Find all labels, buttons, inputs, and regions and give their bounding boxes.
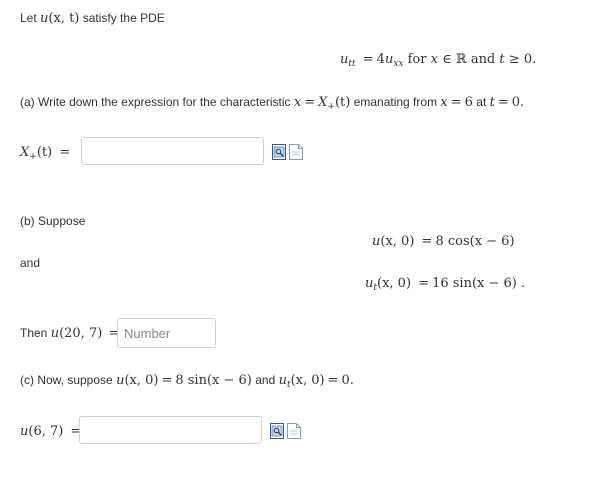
equation-preview-icon[interactable]	[272, 144, 286, 160]
part-a-from-x: x	[440, 95, 448, 110]
part-b-ic2-args: (x, 0)	[377, 276, 412, 291]
pde-rhs-sub: xx	[393, 59, 404, 69]
part-b-ic2-rhs: 16 sin(x − 6) .	[432, 276, 526, 291]
part-c-answer-label: u(6, 7) =	[20, 424, 84, 439]
part-c-ic2-u: u	[278, 373, 287, 388]
part-c-ic2-equals: =	[327, 373, 339, 388]
part-a-char-plus: +	[327, 102, 335, 112]
part-b-and: and	[20, 256, 41, 270]
part-a-at-equals: =	[497, 95, 509, 110]
part-b-number-input[interactable]	[117, 318, 216, 348]
part-c-ic1-rhs: 8 sin(x − 6)	[175, 373, 252, 388]
equation-editor-icon[interactable]	[287, 423, 301, 439]
equation-editor-icon[interactable]	[289, 144, 303, 160]
part-b-ic1-equals: =	[421, 234, 433, 249]
part-b-ic1-args: (x, 0)	[380, 234, 415, 249]
part-b-then-u: u	[50, 326, 60, 341]
part-a-at-val: 0.	[511, 95, 525, 110]
equation-preview-icon[interactable]	[270, 423, 284, 439]
part-c-ic1-args: (x, 0)	[124, 373, 159, 388]
part-a-char-t: (t)	[334, 95, 351, 110]
pde-for: for	[407, 52, 427, 67]
part-b-then-label: Then u(20, 7) =	[20, 326, 123, 341]
pde-coef: 4	[376, 52, 385, 67]
pde-zero: 0.	[523, 52, 537, 67]
pde-equals: =	[362, 52, 374, 67]
part-a-equals: =	[304, 95, 316, 110]
part-a-answer-input[interactable]	[81, 137, 264, 165]
part-a-prompt-start: (a) Write down the expression for the ch…	[20, 95, 291, 109]
part-c-and: and	[255, 373, 276, 387]
part-a-prompt-at: at	[476, 95, 487, 109]
part-a-label-args: (t)	[36, 145, 53, 160]
intro-args: (x, t)	[48, 11, 80, 26]
part-b-ic1: u(x, 0) = 8 cos(x − 6)	[372, 234, 515, 249]
part-a-label-equals: =	[59, 145, 71, 160]
part-a-answer-label: X+(t) =	[20, 145, 73, 162]
part-c-ic2-rhs: 0.	[341, 373, 354, 388]
pde-geq: ≥	[508, 52, 520, 67]
pde-and: and	[470, 52, 496, 67]
part-b-ic2: ut(x, 0) = 16 sin(x − 6) .	[365, 276, 525, 293]
part-b-suppose: (b) Suppose	[20, 214, 86, 228]
part-a-label-plus: +	[29, 152, 37, 162]
intro-text-after: satisfy the PDE	[82, 11, 165, 25]
part-a-label-X: X	[20, 145, 30, 160]
pde-lhs-sub: tt	[348, 59, 356, 69]
part-c-prompt-start: (c) Now, suppose	[20, 373, 113, 387]
part-c-ic1-equals: =	[161, 373, 173, 388]
pde-t: t	[499, 52, 505, 67]
part-b-ic1-rhs: 8 cos(x − 6)	[435, 234, 515, 249]
part-c-label-args: (6, 7)	[28, 424, 64, 439]
part-c-prompt: (c) Now, suppose u(x, 0) = 8 sin(x − 6) an…	[20, 373, 354, 390]
part-b-then-args: (20, 7)	[59, 326, 103, 341]
pde-x: x	[430, 52, 438, 67]
problem-intro: Let u(x, t) satisfy the PDE	[20, 11, 165, 26]
part-b-then-word: Then	[20, 326, 48, 340]
pde-in: ∈	[442, 52, 452, 67]
part-a-from-val: 6	[464, 95, 473, 110]
part-c-answer-input[interactable]	[79, 416, 262, 444]
pde-reals: ℝ	[455, 52, 467, 67]
part-b-ic2-equals: =	[418, 276, 430, 291]
pde-equation: utt = 4uxx for x ∈ ℝ and t ≥ 0.	[340, 52, 536, 69]
intro-text-before: Let	[20, 11, 37, 25]
part-c-ic2-args: (x, 0)	[290, 373, 325, 388]
part-a-prompt-mid: emanating from	[353, 95, 438, 109]
part-a-prompt: (a) Write down the expression for the ch…	[20, 95, 524, 112]
part-a-from-equals: =	[450, 95, 462, 110]
